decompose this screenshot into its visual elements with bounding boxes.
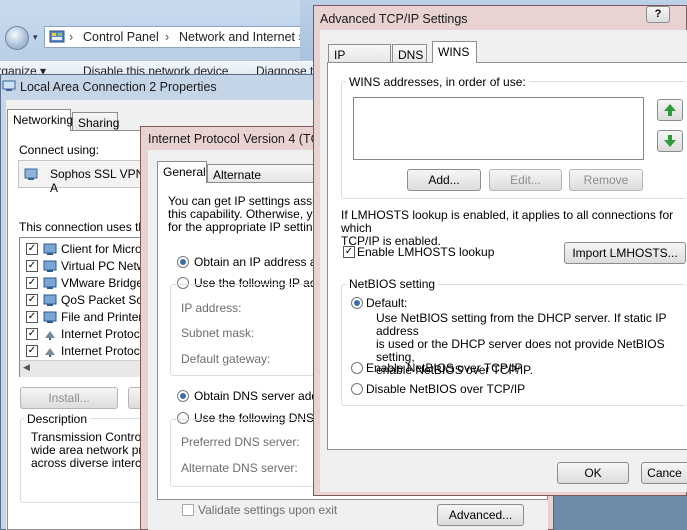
help-button[interactable]: ?	[646, 6, 670, 23]
netbios-desc-line: Use NetBIOS setting from the DHCP server…	[376, 311, 667, 338]
enable-netbios-radio[interactable]	[351, 362, 363, 374]
validate-label: Validate settings upon exit	[198, 503, 338, 517]
component-checkbox[interactable]: ✓	[26, 311, 38, 323]
move-up-button[interactable]	[657, 99, 683, 121]
component-icon	[43, 259, 57, 276]
netbios-default-label: Default:	[366, 296, 408, 310]
tab-networking[interactable]: Networking	[7, 109, 73, 131]
adapter-icon	[23, 166, 39, 185]
horizontal-scrollbar[interactable]: ◀	[20, 360, 143, 377]
tab-dns[interactable]: DNS	[392, 44, 427, 63]
description-label: Description	[24, 412, 91, 426]
component-icon	[43, 293, 57, 310]
wins-addresses-label: WINS addresses, in order of use:	[346, 75, 529, 89]
component-icon	[43, 310, 57, 327]
connection-uses-label: This connection uses the	[19, 220, 152, 234]
enable-netbios-label: Enable NetBIOS over TCP/IP	[366, 361, 523, 375]
enable-lmhosts-label: Enable LMHOSTS lookup	[357, 245, 495, 259]
ipv4-intro-text: You can get IP settings assign this capa…	[168, 195, 328, 234]
obtain-ip-label: Obtain an IP address aut	[194, 255, 327, 269]
component-checkbox[interactable]: ✓	[26, 260, 38, 272]
default-gateway-label: Default gateway:	[181, 352, 271, 366]
tab-alternate-configuration[interactable]: Alternate Configurati	[207, 164, 327, 196]
edit-button[interactable]: Edit...	[489, 169, 562, 191]
netbios-setting-label: NetBIOS setting	[346, 277, 439, 291]
component-icon	[43, 327, 57, 344]
adapter-box: Sophos SSL VPN A	[18, 160, 148, 195]
install-button[interactable]: Install...	[20, 387, 118, 409]
preferred-dns-label: Preferred DNS server:	[181, 435, 300, 449]
intro-line: for the appropriate IP settings	[168, 220, 326, 234]
adapter-name: Sophos SSL VPN A	[50, 167, 145, 195]
component-checkbox[interactable]: ✓	[26, 243, 38, 255]
component-checkbox[interactable]: ✓	[26, 294, 38, 306]
connect-using-label: Connect using:	[19, 143, 100, 157]
enable-lmhosts-checkbox[interactable]: ✓	[343, 246, 355, 258]
ok-button[interactable]: OK	[557, 462, 629, 484]
properties-title: Local Area Connection 2 Properties	[20, 80, 217, 94]
recent-pages-chevron-icon[interactable]: ▾	[33, 32, 38, 43]
component-checkbox[interactable]: ✓	[26, 277, 38, 289]
back-button[interactable]	[5, 26, 29, 50]
disable-netbios-radio[interactable]	[351, 383, 363, 395]
subnet-mask-label: Subnet mask:	[181, 326, 255, 340]
network-icon	[2, 79, 16, 96]
advanced-title: Advanced TCP/IP Settings	[320, 12, 468, 26]
component-label: Internet Protocol	[61, 327, 150, 341]
breadcrumb-separator-icon: ›	[165, 30, 170, 44]
validate-checkbox[interactable]	[182, 504, 194, 516]
control-panel-icon	[49, 29, 65, 48]
component-icon	[43, 242, 57, 259]
component-label: Virtual PC Netwo	[61, 259, 153, 273]
breadcrumb-control-panel[interactable]: Control Panel	[83, 30, 159, 44]
disable-netbios-label: Disable NetBIOS over TCP/IP	[366, 382, 526, 396]
component-icon	[43, 344, 57, 361]
component-checkbox[interactable]: ✓	[26, 345, 38, 357]
component-icon	[43, 276, 57, 293]
lmhosts-info-line: If LMHOSTS lookup is enabled, it applies…	[341, 208, 674, 235]
arrow-down-icon	[664, 135, 676, 147]
component-label: Internet Protocol	[61, 344, 150, 358]
obtain-ip-radio[interactable]	[177, 256, 189, 268]
tab-general[interactable]: General	[157, 161, 207, 183]
breadcrumb-network-and-internet[interactable]: Network and Internet	[179, 30, 295, 44]
remove-button[interactable]: Remove	[569, 169, 643, 191]
dns-group	[170, 419, 320, 487]
tab-wins[interactable]: WINS	[432, 41, 477, 63]
obtain-dns-radio[interactable]	[177, 390, 189, 402]
obtain-dns-label: Obtain DNS server addre	[194, 389, 329, 403]
advanced-button[interactable]: Advanced...	[437, 504, 524, 526]
arrow-up-icon	[664, 104, 676, 116]
ipv4-title: Internet Protocol Version 4 (TC	[148, 132, 320, 146]
add-button[interactable]: Add...	[407, 169, 481, 191]
tab-sharing[interactable]: Sharing	[72, 112, 119, 130]
scroll-left-icon[interactable]: ◀	[23, 362, 30, 373]
alternate-dns-label: Alternate DNS server:	[181, 461, 298, 475]
ip-address-label: IP address:	[181, 301, 242, 315]
breadcrumb-separator-icon: ›	[69, 30, 74, 44]
import-lmhosts-button[interactable]: Import LMHOSTS...	[564, 242, 686, 264]
move-down-button[interactable]	[657, 130, 683, 152]
cancel-button[interactable]: Cance	[641, 462, 687, 484]
tab-ip-settings[interactable]: IP Settings	[328, 44, 391, 76]
component-label: QoS Packet Sch	[61, 293, 150, 307]
wins-address-list[interactable]	[353, 97, 644, 160]
component-checkbox[interactable]: ✓	[26, 328, 38, 340]
netbios-default-radio[interactable]	[351, 297, 363, 309]
address-bar[interactable]: › Control Panel › Network and Internet ›	[44, 26, 324, 48]
